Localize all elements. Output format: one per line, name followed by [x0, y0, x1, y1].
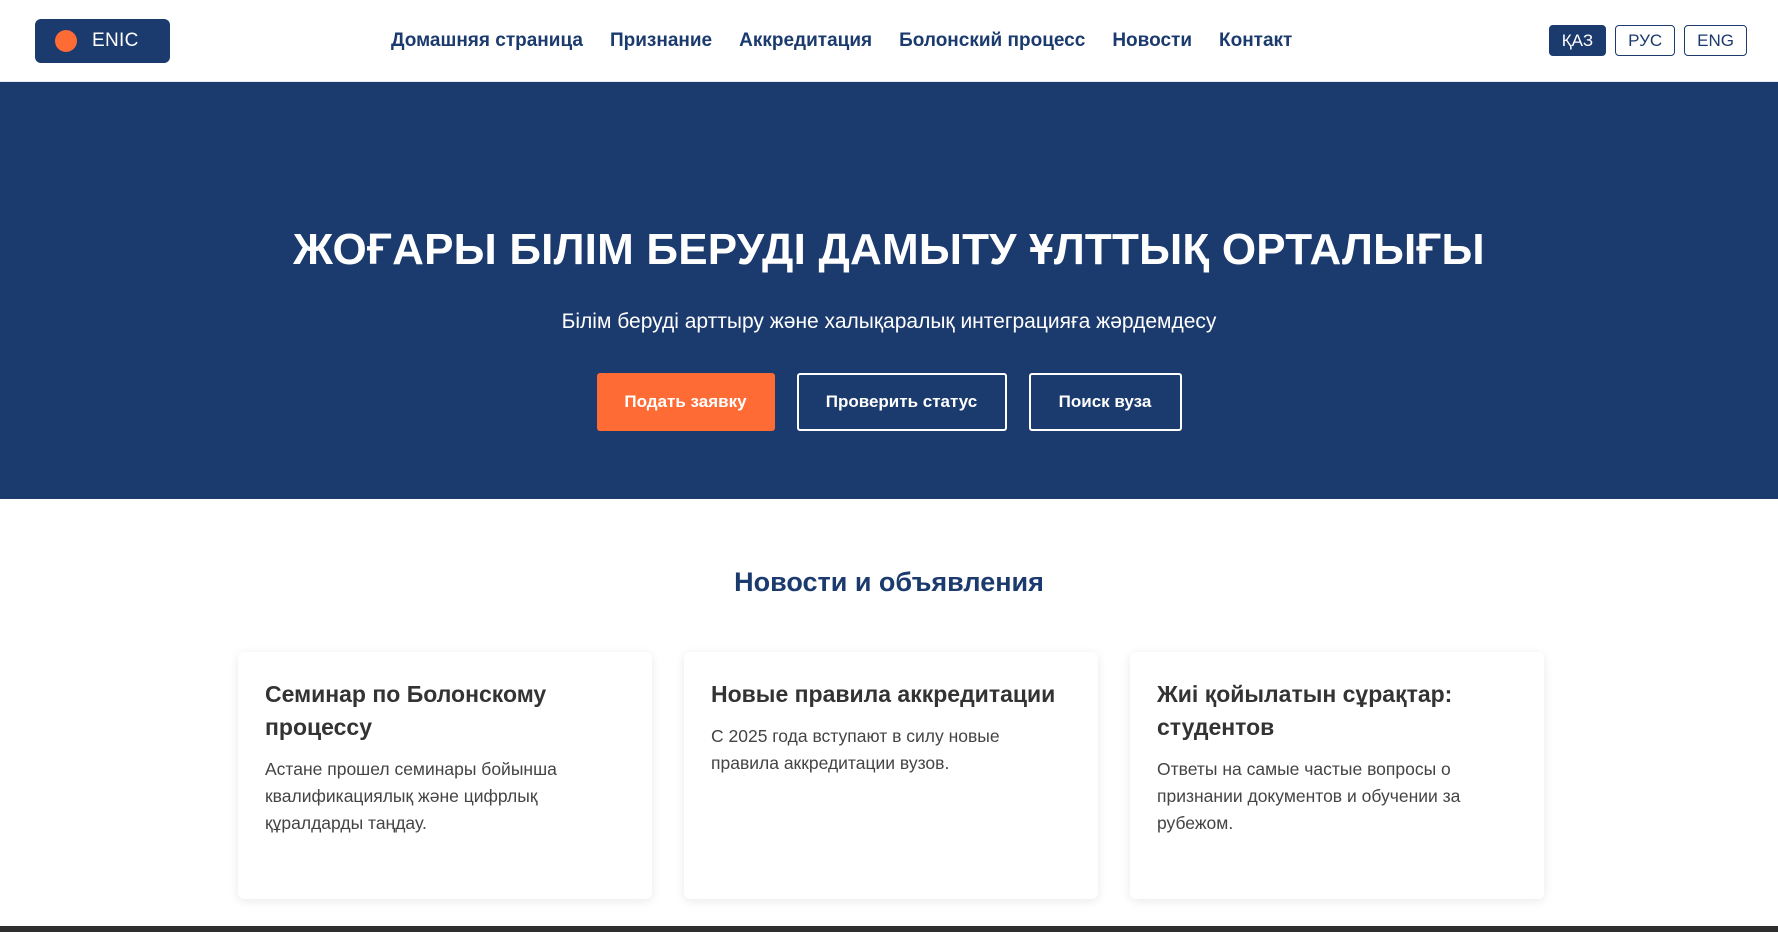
news-heading: Новости и объявления [734, 567, 1044, 597]
news-card[interactable]: Семинар по Болонскому процессу Астане пр… [238, 652, 652, 899]
hero-title: ЖОҒАРЫ БІЛІМ БЕРУДІ ДАМЫТУ ҰЛТТЫҚ ОРТАЛЫ… [293, 225, 1485, 274]
logo-dot-icon [55, 30, 77, 52]
news-card-title: Жиі қойылатын сұрақтар: студентов [1157, 681, 1453, 740]
university-search-button[interactable]: Поиск вуза [1028, 373, 1182, 431]
lang-button-rus[interactable]: РУС [1615, 25, 1676, 56]
nav-item-bologna-process[interactable]: Болонский процесс [899, 30, 1085, 52]
news-card-text: Ответы на самые частые вопросы о признан… [1157, 759, 1461, 833]
news-cards: Семинар по Болонскому процессу Астане пр… [238, 652, 1544, 899]
news-card-title: Семинар по Болонскому процессу [265, 681, 547, 740]
news-card-text: С 2025 года вступают в силу новые правил… [711, 726, 1000, 773]
news-card-text: Астане прошел семинары бойынша квалифика… [265, 759, 557, 833]
site-logo[interactable]: ENIC [35, 19, 170, 63]
news-card-title: Новые правила аккредитации [711, 681, 1056, 707]
nav-item-accreditation[interactable]: Аккредитация [739, 30, 872, 52]
site-header: ENIC Домашняя страница Признание Аккреди… [0, 0, 1778, 82]
news-card[interactable]: Новые правила аккредитации С 2025 года в… [684, 652, 1098, 899]
page: ENIC Домашняя страница Признание Аккреди… [0, 0, 1778, 926]
main-nav: Домашняя страница Признание Аккредитация… [391, 28, 1319, 54]
news-card[interactable]: Жиі қойылатын сұрақтар: студентов Ответы… [1130, 652, 1544, 899]
language-switcher: ҚАЗ РУС ENG [1548, 25, 1747, 56]
check-status-button[interactable]: Проверить статус [796, 373, 1007, 431]
nav-item-home[interactable]: Домашняя страница [391, 30, 583, 52]
apply-button[interactable]: Подать заявку [596, 373, 775, 431]
nav-item-contact[interactable]: Контакт [1219, 30, 1292, 52]
lang-button-kaz[interactable]: ҚАЗ [1548, 25, 1607, 56]
hero-section: ЖОҒАРЫ БІЛІМ БЕРУДІ ДАМЫТУ ҰЛТТЫҚ ОРТАЛЫ… [0, 82, 1778, 499]
hero-subtitle: Білім беруді арттыру және халықаралық ин… [561, 310, 1217, 333]
lang-button-eng[interactable]: ENG [1684, 25, 1747, 56]
logo-text: ENIC [92, 30, 139, 51]
hero-actions: Подать заявку Проверить статус Поиск вуз… [0, 373, 1778, 431]
nav-item-news[interactable]: Новости [1112, 30, 1192, 52]
nav-item-recognition[interactable]: Признание [610, 30, 712, 52]
